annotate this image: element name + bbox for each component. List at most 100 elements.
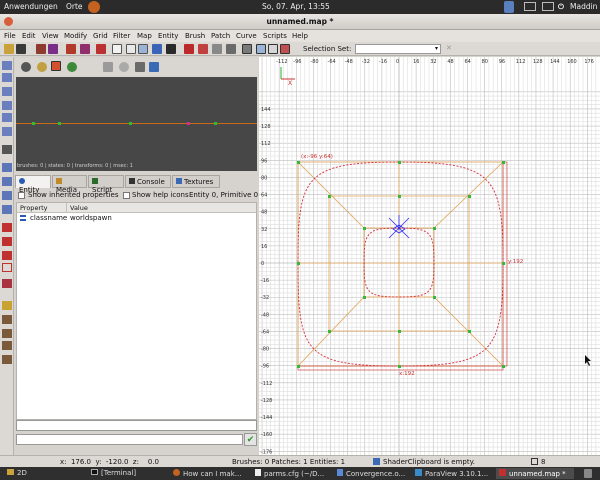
key-input[interactable] [16, 420, 257, 431]
patch-icon[interactable] [2, 163, 12, 172]
menu-filter[interactable]: Filter [113, 32, 130, 40]
vertex-handle[interactable] [58, 122, 61, 125]
firefox-icon[interactable] [88, 1, 100, 13]
show-help-checkbox[interactable] [123, 192, 130, 199]
menu-modify[interactable]: Modify [64, 32, 87, 40]
eyedropper-icon[interactable] [2, 279, 12, 288]
camera-arrows-icon[interactable] [149, 62, 159, 72]
close-window-icon[interactable] [4, 17, 13, 26]
tab-entity[interactable]: Entity [15, 175, 51, 194]
curve-icon[interactable] [2, 177, 12, 186]
property-table[interactable]: Property Value classname worldspawn [16, 202, 257, 420]
entity-red-icon[interactable] [2, 237, 12, 246]
selection-set-combo[interactable]: ▾ [355, 44, 441, 54]
applications-menu[interactable]: Anwendungen [4, 2, 58, 11]
flip-y-icon[interactable] [66, 44, 76, 54]
user-name[interactable]: Maddin [570, 2, 597, 11]
keyboard-icon[interactable] [524, 2, 536, 11]
paint-icon[interactable] [2, 301, 12, 310]
hollow-icon[interactable] [184, 44, 194, 54]
task-terminal[interactable]: [Terminal] [88, 468, 166, 479]
render-mode-icon[interactable] [21, 62, 31, 72]
tab-script[interactable]: Script [88, 175, 124, 194]
xy-grid-view[interactable]: -112 -96 -80 -64 -48 -32 -16 0 16 32 48 64 80 96 112 12… [259, 57, 600, 455]
task-radiant[interactable]: unnamed.map * [496, 468, 574, 479]
model-icon[interactable] [2, 223, 12, 232]
texture-mode-icon[interactable] [51, 61, 61, 71]
show-inherited-checkbox[interactable] [18, 192, 25, 199]
clock[interactable]: So, 07. Apr, 13:55 [262, 2, 330, 11]
grid-svg[interactable]: -112 -96 -80 -64 -48 -32 -16 0 16 32 48 64 80 96 112 12… [259, 57, 600, 455]
resize-tool-icon[interactable] [280, 44, 290, 54]
select-inside-icon[interactable] [126, 44, 136, 54]
translate-x-icon[interactable] [2, 61, 12, 70]
save-icon[interactable] [16, 44, 26, 54]
show-help-label[interactable]: Show help icons [132, 191, 189, 199]
rotate-y-icon[interactable] [80, 44, 90, 54]
clipper-icon[interactable] [212, 44, 222, 54]
col-property[interactable]: Property [20, 204, 48, 212]
table-row[interactable]: classname worldspawn [17, 213, 256, 223]
make-room-icon[interactable] [198, 44, 208, 54]
menu-edit[interactable]: Edit [22, 32, 36, 40]
mail-icon[interactable] [542, 2, 554, 11]
value-input[interactable] [16, 434, 243, 445]
tool-a-icon[interactable] [2, 329, 12, 338]
menu-patch[interactable]: Patch [211, 32, 230, 40]
vertex-handle[interactable] [214, 122, 217, 125]
menu-grid[interactable]: Grid [93, 32, 108, 40]
vertex-handle[interactable] [129, 122, 132, 125]
rotate-y-icon[interactable] [2, 113, 12, 122]
play-icon[interactable] [103, 62, 113, 72]
apply-button[interactable]: ✔ [244, 433, 257, 446]
menu-map[interactable]: Map [137, 32, 152, 40]
camera-view[interactable]: brushes: 0 | states: 0 | transforms: 0 |… [16, 77, 257, 171]
window-titlebar[interactable]: unnamed.map * [0, 14, 600, 30]
menu-help[interactable]: Help [292, 32, 308, 40]
flip-z-icon[interactable] [96, 44, 106, 54]
menu-view[interactable]: View [42, 32, 59, 40]
menu-brush[interactable]: Brush [185, 32, 205, 40]
translate-icon[interactable] [242, 44, 252, 54]
select-touching-icon[interactable] [138, 44, 148, 54]
rotate-x-icon[interactable] [48, 44, 58, 54]
vertex-handle[interactable] [32, 122, 35, 125]
translate-y-icon[interactable] [2, 73, 12, 82]
task-editor[interactable]: parms.cfg (~/D... [252, 468, 330, 479]
csg-merge-icon[interactable] [166, 44, 176, 54]
clear-selection-set-icon[interactable]: ✕ [446, 44, 452, 52]
task-paraview[interactable]: ParaView 3.10.1... [412, 468, 494, 479]
task-browser[interactable]: How can I mak... [170, 468, 248, 479]
rotate-tool-icon[interactable] [256, 44, 266, 54]
trash-icon[interactable] [584, 469, 592, 478]
snap-icon[interactable] [2, 145, 12, 154]
tab-media[interactable]: Media [52, 175, 87, 194]
refresh-icon[interactable] [67, 62, 77, 72]
csg-subtract-icon[interactable] [152, 44, 162, 54]
stop-icon[interactable] [119, 62, 129, 72]
camera-sync-icon[interactable] [135, 62, 145, 72]
tab-textures[interactable]: Textures [172, 175, 220, 188]
texture-lock-icon[interactable] [226, 44, 236, 54]
menu-curve[interactable]: Curve [236, 32, 257, 40]
bucket-icon[interactable] [2, 315, 12, 324]
open-icon[interactable] [4, 44, 14, 54]
rotate-x-icon[interactable] [2, 101, 12, 110]
show-inherited-label[interactable]: Show inherited properties [28, 191, 119, 199]
flip-x-icon[interactable] [36, 44, 46, 54]
tool-b-icon[interactable] [2, 341, 12, 350]
task-convergence[interactable]: Convergence.o... [334, 468, 408, 479]
scale-tool-icon[interactable] [268, 44, 278, 54]
tab-console[interactable]: Console [125, 175, 171, 188]
frame-icon[interactable] [2, 251, 12, 260]
task-2d[interactable]: 2D [4, 468, 84, 479]
select-icon[interactable] [112, 44, 122, 54]
shield-icon[interactable] [504, 1, 514, 13]
light-mode-icon[interactable] [37, 62, 47, 72]
vertex-handle-selected[interactable] [187, 122, 190, 125]
rotate-z-icon[interactable] [2, 127, 12, 136]
places-menu[interactable]: Orte [66, 2, 83, 11]
translate-z-icon[interactable] [2, 87, 12, 96]
brush-icon[interactable] [2, 205, 12, 214]
power-icon[interactable]: ⏻ [558, 2, 564, 12]
